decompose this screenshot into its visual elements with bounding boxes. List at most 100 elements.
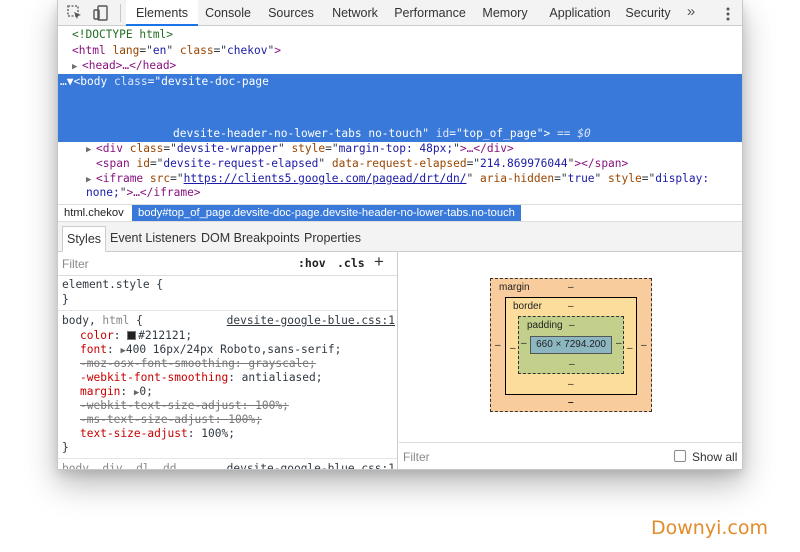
- border-right-value[interactable]: –: [627, 343, 633, 354]
- tab-event-listeners[interactable]: Event Listeners: [110, 228, 196, 248]
- element-style-close: }: [62, 293, 69, 306]
- box-model-border[interactable]: border – – – – padding – – – – 660 × 729…: [505, 297, 637, 395]
- padding-left-value[interactable]: –: [521, 338, 527, 349]
- iframe-style-value: display:: [655, 172, 710, 185]
- selected-row-marker: …▼: [60, 75, 74, 88]
- inspect-element-icon[interactable]: [66, 4, 84, 22]
- selected-node-marker: == $0: [557, 127, 591, 140]
- devtools-window: Elements Console Sources Network Perform…: [57, 0, 743, 470]
- body-class-value-line2: devsite-header-no-lower-tabs no-touch: [173, 127, 423, 140]
- span-id-value: devsite-request-elapsed: [163, 157, 319, 170]
- iframe-style-value-cont: none;: [86, 186, 120, 199]
- style-prop-ms-text-size[interactable]: -ms-text-size-adjust: 100%;: [80, 413, 262, 427]
- border-bottom-value[interactable]: –: [568, 379, 574, 390]
- padding-label: padding: [527, 320, 563, 331]
- rule-source-link-2[interactable]: devsite-google-blue.css:1: [227, 462, 395, 469]
- style-prop-margin[interactable]: margin: ▶0;: [80, 385, 153, 400]
- dom-tree[interactable]: <!DOCTYPE html> <html lang="en" class="c…: [58, 26, 742, 204]
- style-prop-text-size-adjust[interactable]: text-size-adjust: 100%;: [80, 427, 235, 441]
- box-model-pane: margin – – – – border – – – – padding – …: [399, 252, 742, 442]
- styles-pane: Filter :hov .cls + element.style { } bod…: [58, 252, 398, 469]
- rule-body-div-selector[interactable]: body, div, dl, dd,: [62, 462, 183, 469]
- rule-source-link[interactable]: devsite-google-blue.css:1: [227, 314, 395, 327]
- iframe-tag: iframe: [102, 172, 144, 185]
- toolbar-divider: [120, 4, 121, 22]
- tab-properties[interactable]: Properties: [304, 228, 361, 248]
- div-style-value: margin-top: 48px;: [338, 142, 454, 155]
- tab-security[interactable]: Security: [622, 0, 674, 26]
- border-top-value[interactable]: –: [568, 301, 574, 312]
- dom-body-line-selected[interactable]: …▼<body class="devsite-doc-page devsite-…: [58, 74, 742, 142]
- rule-close-brace: }: [62, 441, 69, 454]
- iframe-src-link[interactable]: https://clients5.google.com/pagead/drt/d…: [184, 172, 467, 185]
- html-class-value: chekov: [227, 44, 268, 57]
- border-left-value[interactable]: –: [510, 343, 516, 354]
- head-collapsed: <head>…</head>: [82, 59, 177, 72]
- computed-filter-input[interactable]: Filter: [403, 450, 430, 464]
- more-tabs-chevron-icon[interactable]: »: [684, 0, 698, 26]
- style-prop-color[interactable]: color: #212121;: [80, 329, 192, 343]
- margin-label: margin: [499, 282, 530, 293]
- box-model-content[interactable]: 660 × 7294.200: [530, 336, 612, 354]
- html-lang-value: en: [152, 44, 167, 57]
- dom-html-line[interactable]: <html lang="en" class="chekov">: [58, 43, 742, 59]
- style-prop-font[interactable]: font: ▶400 16px/24px Roboto,sans-serif;: [80, 343, 341, 358]
- padding-bottom-value[interactable]: –: [569, 359, 575, 370]
- doctype: <!DOCTYPE html>: [72, 28, 174, 41]
- tab-memory[interactable]: Memory: [476, 0, 534, 26]
- html-tag: html: [78, 44, 106, 57]
- span-close: </span>: [581, 157, 629, 170]
- breadcrumb: html.chekov body#top_of_page.devsite-doc…: [58, 204, 742, 222]
- iframe-aria-attr: aria-hidden: [480, 172, 555, 185]
- breadcrumb-html[interactable]: html.chekov: [64, 205, 124, 221]
- tab-sources[interactable]: Sources: [262, 0, 320, 26]
- tab-network[interactable]: Network: [324, 0, 386, 26]
- dom-doctype-line[interactable]: <!DOCTYPE html>: [58, 27, 742, 43]
- rule-divider: [58, 458, 397, 459]
- color-swatch-icon[interactable]: [127, 331, 137, 340]
- html-class-attr: class: [179, 44, 214, 57]
- box-model-padding[interactable]: padding – – – – 660 × 7294.200: [518, 316, 624, 374]
- tab-elements[interactable]: Elements: [126, 0, 198, 26]
- dom-iframe-line-2[interactable]: none;">…</iframe>: [58, 185, 742, 201]
- element-style-rule[interactable]: element.style {: [62, 278, 163, 292]
- dom-head-line[interactable]: ▶ <head>…</head>: [58, 58, 742, 76]
- div-collapsed-tail: …</div>: [466, 142, 514, 155]
- tab-performance[interactable]: Performance: [390, 0, 470, 26]
- tab-dom-breakpoints[interactable]: DOM Breakpoints: [201, 228, 300, 248]
- more-options-icon[interactable]: [720, 6, 736, 22]
- iframe-aria-value: true: [567, 172, 595, 185]
- new-style-rule-button[interactable]: +: [374, 252, 384, 272]
- hov-toggle-button[interactable]: :hov: [298, 256, 326, 270]
- style-prop-webkit-smoothing[interactable]: -webkit-font-smoothing: antialiased;: [80, 371, 323, 385]
- border-label: border: [513, 301, 542, 312]
- show-all-label[interactable]: Show all: [692, 450, 737, 464]
- tab-console[interactable]: Console: [198, 0, 258, 26]
- sidebar-tab-bar: Styles Event Listeners DOM Breakpoints P…: [58, 222, 742, 252]
- body-class-value-line1: devsite-doc-page: [161, 75, 269, 88]
- device-toolbar-icon[interactable]: [92, 4, 110, 22]
- cls-toggle-button[interactable]: .cls: [337, 256, 365, 270]
- computed-filter-bar: Filter Show all: [399, 442, 742, 469]
- padding-top-value[interactable]: –: [569, 320, 575, 331]
- margin-top-value[interactable]: –: [568, 282, 574, 293]
- watermark-logo: Downyi.com: [651, 517, 768, 539]
- rule-body-html-selector[interactable]: body, html {: [62, 314, 143, 328]
- style-prop-webkit-text-size[interactable]: -webkit-text-size-adjust: 100%;: [80, 399, 289, 413]
- margin-left-value[interactable]: –: [495, 340, 501, 351]
- dom-span-line[interactable]: <span id="devsite-request-elapsed" data-…: [58, 156, 742, 172]
- padding-right-value[interactable]: –: [616, 338, 622, 349]
- tab-application[interactable]: Application: [540, 0, 620, 26]
- breadcrumb-body[interactable]: body#top_of_page.devsite-doc-page.devsit…: [132, 205, 521, 221]
- style-prop-moz-smoothing[interactable]: -moz-osx-font-smoothing: grayscale;: [80, 357, 316, 371]
- styles-filter-input[interactable]: Filter: [62, 257, 89, 271]
- iframe-style-attr: style: [608, 172, 642, 185]
- div-class-value: devsite-wrapper: [176, 142, 278, 155]
- iframe-close: …</iframe>: [133, 186, 201, 199]
- tab-styles[interactable]: Styles: [62, 226, 107, 252]
- margin-right-value[interactable]: –: [641, 340, 647, 351]
- box-model-margin[interactable]: margin – – – – border – – – – padding – …: [490, 278, 652, 412]
- body-class-attr: class: [113, 75, 148, 88]
- show-all-checkbox[interactable]: [674, 450, 686, 462]
- margin-bottom-value[interactable]: –: [568, 397, 574, 408]
